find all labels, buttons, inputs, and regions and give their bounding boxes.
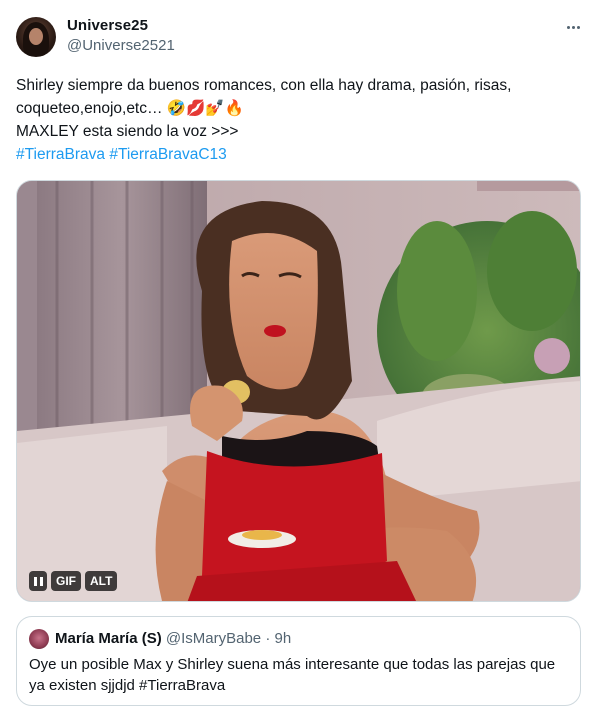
avatar-face-shape [29, 28, 43, 45]
quoted-tweet-header: María María (S) @IsMaryBabe · 9h [55, 630, 291, 647]
gif-media[interactable]: GIF ALT [16, 180, 581, 602]
tweet-text-line: coqueteo,enojo,etc… 🤣💋💅🔥 [16, 100, 244, 117]
quoted-tweet[interactable]: María María (S) @IsMaryBabe · 9h Oye un … [16, 616, 581, 706]
separator-dot: · [265, 630, 271, 647]
gif-controls: GIF ALT [29, 571, 118, 591]
quoted-author-handle[interactable]: @IsMaryBabe [166, 630, 261, 647]
author-handle[interactable]: @Universe2521 [67, 37, 175, 54]
quoted-tweet-time[interactable]: 9h [274, 630, 291, 647]
gif-frame-image [17, 181, 580, 601]
quoted-author-avatar[interactable] [29, 629, 49, 649]
hashtag-link[interactable]: #TierraBrava [16, 146, 105, 163]
quoted-author-display-name[interactable]: María María (S) [55, 630, 162, 647]
pause-icon[interactable] [29, 571, 47, 591]
hashtag-link[interactable]: #TierraBravaC13 [109, 146, 226, 163]
quoted-tweet-text: Oye un posible Max y Shirley suena más i… [29, 656, 556, 694]
author-avatar[interactable] [16, 17, 56, 57]
tweet-text: Shirley siempre da buenos romances, con … [16, 74, 581, 166]
tweet-text-line: Shirley siempre da buenos romances, con … [16, 77, 512, 94]
gif-badge: GIF [51, 571, 81, 591]
more-horizontal-icon [566, 25, 580, 29]
author-display-name[interactable]: Universe25 [67, 17, 148, 34]
more-options-button[interactable] [560, 14, 586, 40]
alt-text-button[interactable]: ALT [85, 571, 118, 591]
tweet-text-line: MAXLEY esta siendo la voz >>> [16, 123, 239, 140]
tweet[interactable]: Universe25 @Universe2521 Shirley siempre… [0, 0, 603, 718]
hashtag-line: #TierraBrava #TierraBravaC13 [16, 143, 581, 166]
